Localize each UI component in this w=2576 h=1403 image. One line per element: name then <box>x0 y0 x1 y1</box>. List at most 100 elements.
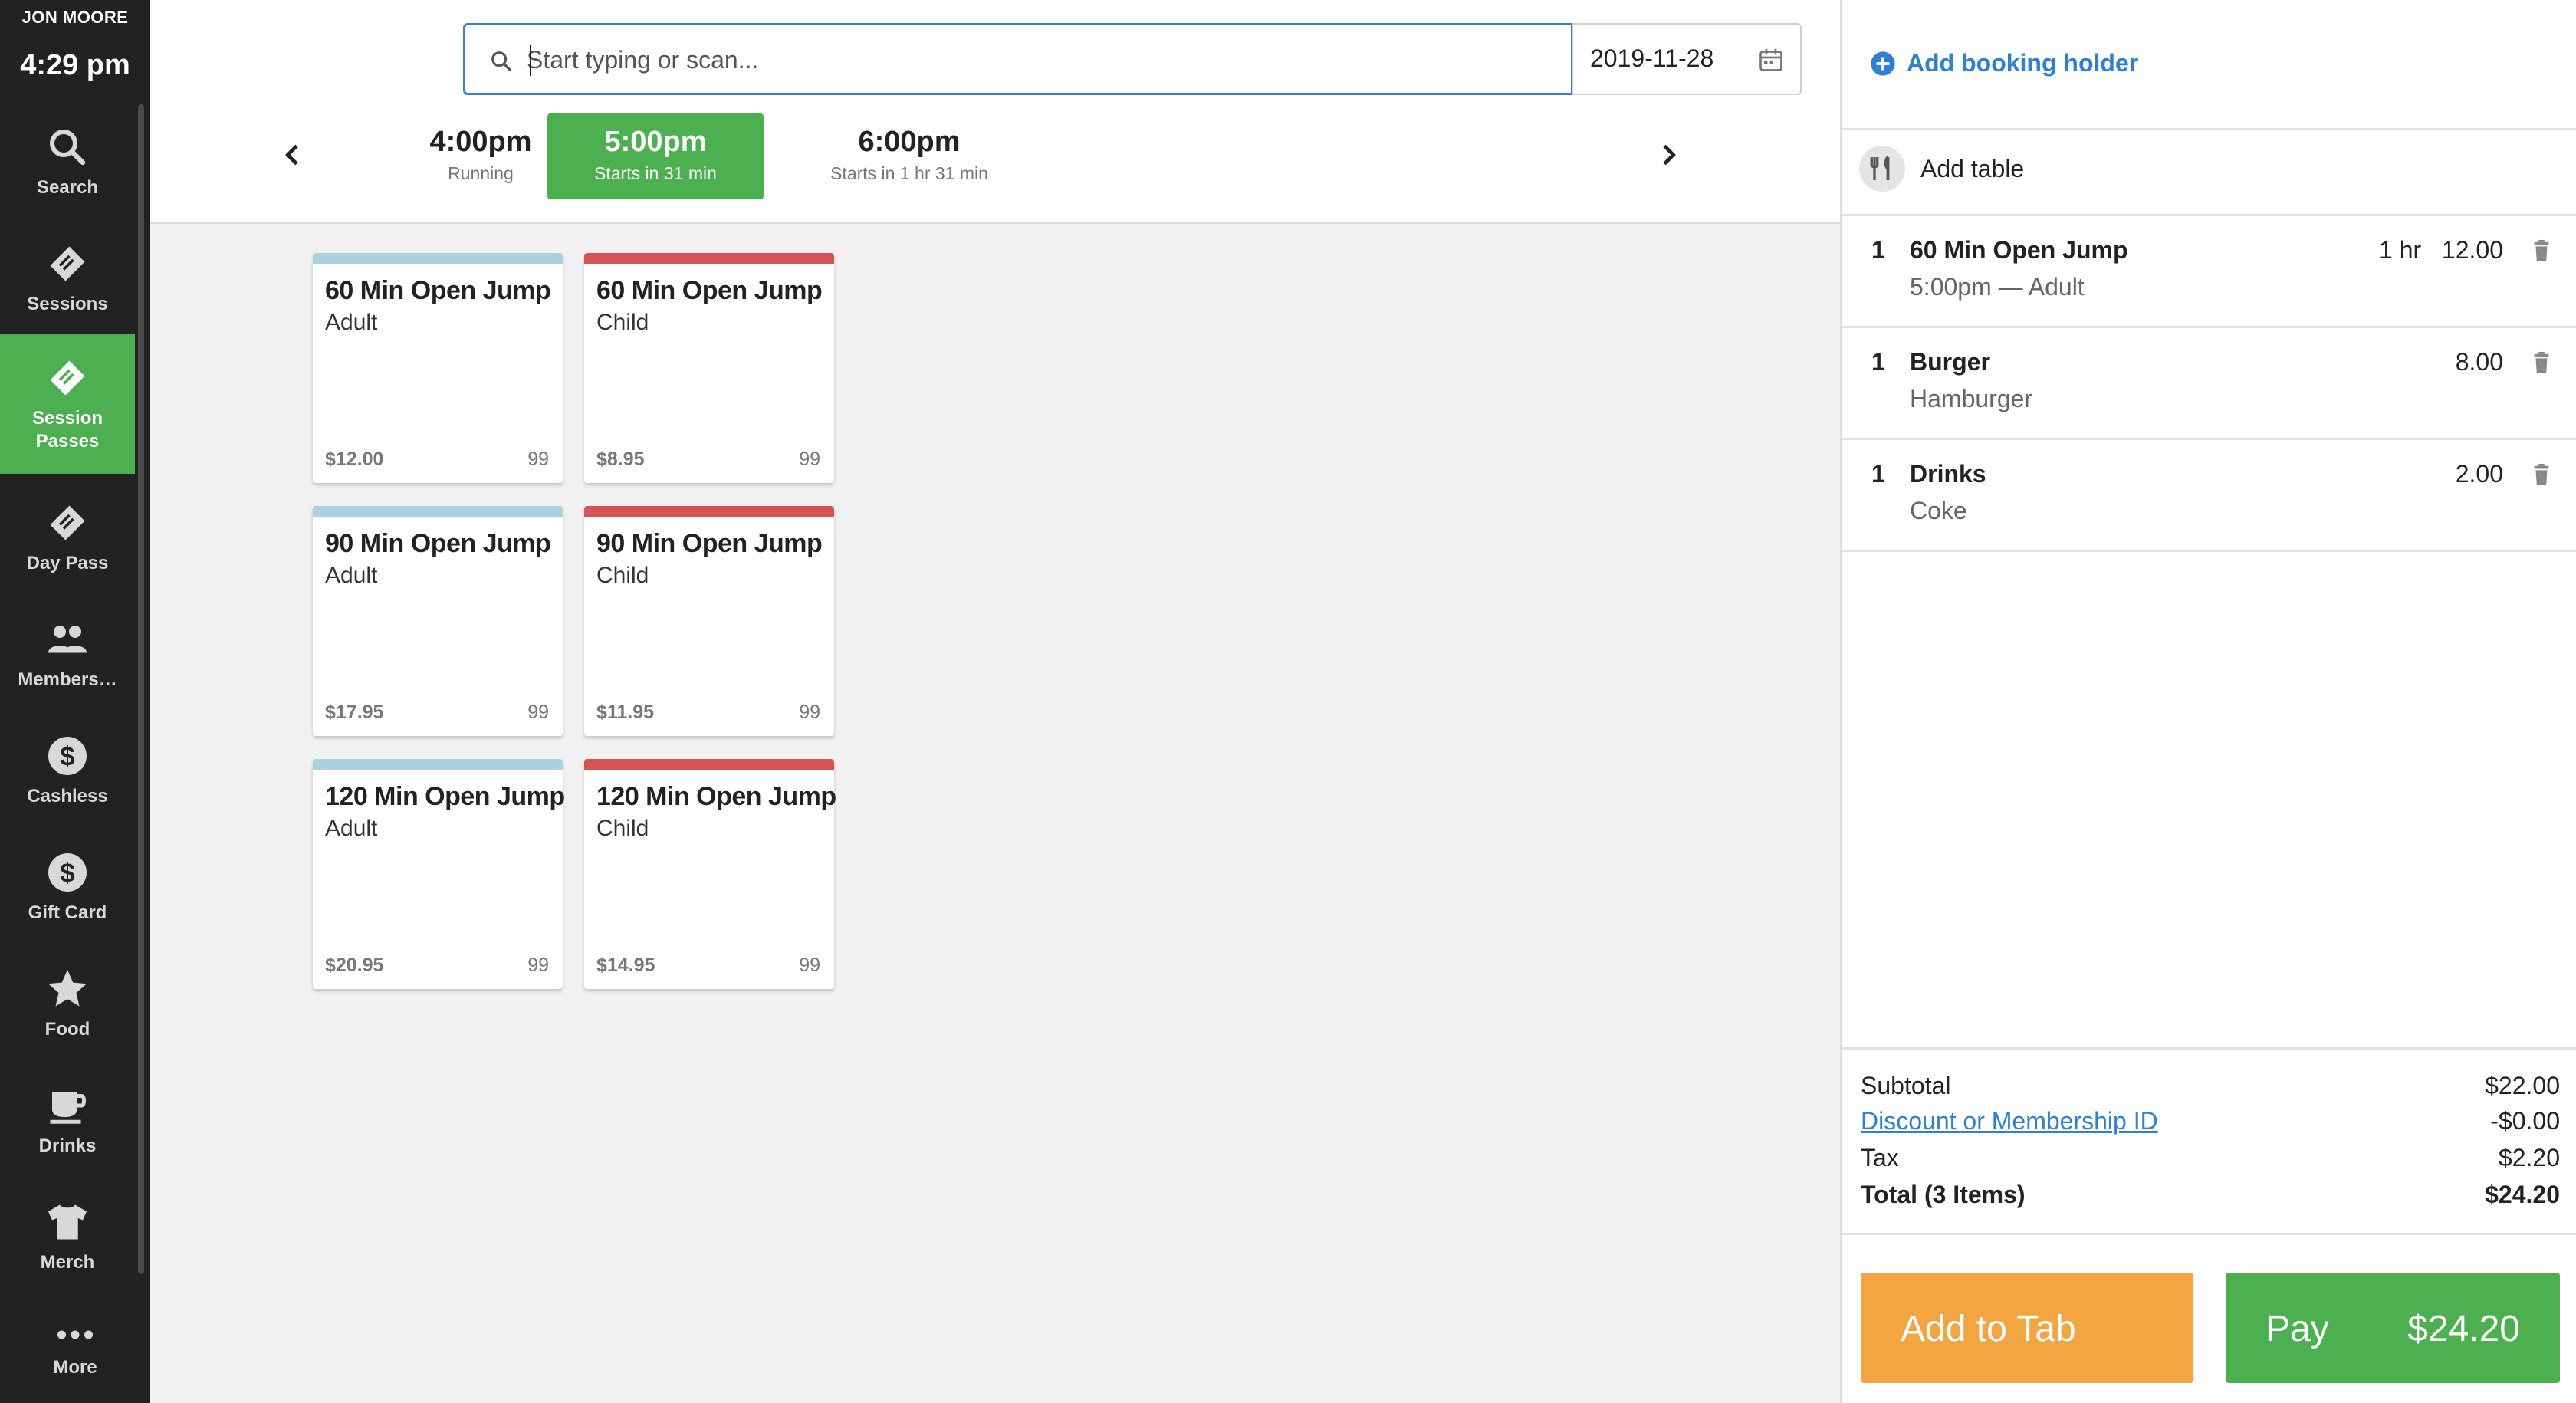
divider <box>1842 1047 2576 1050</box>
trash-icon[interactable] <box>2532 463 2551 486</box>
add-table-label[interactable]: Add table <box>1921 155 2024 183</box>
slot-time: 6:00pm <box>858 126 961 158</box>
line-qty: 1 <box>1871 236 1885 264</box>
product-title: 60 Min Open Jump <box>596 276 823 305</box>
sidebar-item-label: Session Passes <box>31 408 104 452</box>
product-subtitle: Adult <box>325 563 378 588</box>
sidebar-item-session-passes[interactable]: Session Passes <box>0 334 135 474</box>
booking-holder-row: Add booking holder <box>1842 0 2576 130</box>
subtotal-value: $22.00 <box>2485 1072 2560 1099</box>
product-card[interactable]: 90 Min Open Jump Child $11.95 99 <box>584 506 834 736</box>
product-card[interactable]: 120 Min Open Jump Child $14.95 99 <box>584 759 836 989</box>
product-price: $8.95 <box>596 449 645 470</box>
add-booking-holder-button[interactable]: Add booking holder <box>1870 49 2138 77</box>
sidebar-item-sessions[interactable]: Sessions <box>0 221 135 336</box>
line-duration: 1 hr <box>2379 236 2422 264</box>
discount-value: -$0.00 <box>2490 1107 2560 1135</box>
product-card[interactable]: 60 Min Open Jump Child $8.95 99 <box>584 253 834 483</box>
sidebar-item-food[interactable]: Food <box>0 946 135 1061</box>
sidebar-item-label: Members… <box>18 669 117 690</box>
clock: 4:29 pm <box>20 49 130 81</box>
calendar-icon[interactable] <box>1757 46 1785 74</box>
sidebar-item-more[interactable]: More <box>0 1296 150 1403</box>
line-name: 60 Min Open Jump <box>1910 236 2128 264</box>
product-price: $12.00 <box>325 449 384 470</box>
ticket-icon <box>50 246 85 281</box>
line-qty: 1 <box>1871 348 1885 376</box>
product-card[interactable]: 90 Min Open Jump Adult $17.95 99 <box>313 506 563 736</box>
add-booking-holder-label: Add booking holder <box>1907 49 2139 77</box>
svg-text:$: $ <box>60 742 74 772</box>
line-name: Drinks <box>1910 460 1986 488</box>
add-to-tab-button[interactable]: Add to Tab <box>1861 1273 2193 1383</box>
chevron-right-icon[interactable] <box>1653 138 1684 172</box>
sidebar-item-members[interactable]: Members… <box>0 596 135 711</box>
sidebar-item-label: Search <box>36 177 99 198</box>
slot-time: 5:00pm <box>604 126 707 158</box>
product-subtitle: Child <box>596 816 649 841</box>
trash-icon[interactable] <box>2532 351 2551 374</box>
ticket-icon <box>50 505 85 540</box>
line-detail: Coke <box>1910 497 1967 524</box>
chevron-left-icon[interactable] <box>278 138 308 172</box>
total-value: $24.20 <box>2485 1181 2560 1208</box>
product-title: 60 Min Open Jump <box>325 276 551 305</box>
svg-text:$: $ <box>60 859 74 889</box>
trash-icon[interactable] <box>2532 239 2551 262</box>
line-detail: 5:00pm — Adult <box>1910 273 2085 301</box>
sidebar-scrollbar[interactable] <box>138 104 144 1274</box>
product-subtitle: Adult <box>325 310 378 335</box>
product-subtitle: Adult <box>325 816 378 841</box>
line-price: 12.00 <box>2441 236 2503 264</box>
cart-line[interactable]: 1 60 Min Open Jump 5:00pm — Adult 1 hr 1… <box>1842 216 2576 328</box>
ticket-icon <box>50 360 85 396</box>
dollar-icon: $ <box>48 853 87 892</box>
product-subtitle: Child <box>596 310 649 335</box>
date-picker[interactable]: 2019-11-28 <box>1572 23 1802 95</box>
search-box[interactable] <box>463 23 1573 95</box>
slot-status: Starts in 31 min <box>594 163 717 183</box>
cart-line[interactable]: 1 Drinks Coke 2.00 <box>1842 440 2576 552</box>
pay-amount: $24.20 <box>2407 1309 2520 1349</box>
slot-status: Starts in 1 hr 31 min <box>830 163 988 183</box>
sidebar-item-label: Merch <box>40 1252 95 1273</box>
cup-icon <box>50 1092 87 1124</box>
pay-button[interactable]: Pay $24.20 <box>2226 1273 2560 1383</box>
date-value[interactable]: 2019-11-28 <box>1590 44 1714 73</box>
total-label: Total (3 Items) <box>1861 1181 2026 1208</box>
time-slot-6pm[interactable]: 6:00pm Starts in 1 hr 31 min <box>764 113 1055 199</box>
subtotal-label: Subtotal <box>1861 1072 1951 1099</box>
product-stock: 99 <box>527 449 549 470</box>
sidebar-item-drinks[interactable]: Drinks <box>0 1063 135 1178</box>
tax-label: Tax <box>1861 1144 1899 1171</box>
product-stock: 99 <box>799 955 820 976</box>
user-name[interactable]: JON MOORE <box>0 8 150 28</box>
sidebar-item-day-pass[interactable]: Day Pass <box>0 480 135 595</box>
time-slot-5pm[interactable]: 5:00pm Starts in 31 min <box>547 113 764 199</box>
product-price: $17.95 <box>325 702 384 723</box>
product-title: 120 Min Open Jump <box>596 782 836 811</box>
sidebar-item-label: Food <box>44 1019 90 1040</box>
add-to-tab-label: Add to Tab <box>1901 1309 2076 1349</box>
sidebar-item-gift-card[interactable]: $ Gift Card <box>0 830 135 945</box>
text-caret <box>530 45 531 76</box>
product-title: 120 Min Open Jump <box>325 782 565 811</box>
search-input[interactable] <box>527 39 1554 80</box>
dollar-icon: $ <box>48 737 87 775</box>
search-icon <box>50 130 86 166</box>
line-price: 2.00 <box>2455 460 2503 488</box>
line-price: 8.00 <box>2455 348 2503 376</box>
product-subtitle: Child <box>596 563 649 588</box>
line-qty: 1 <box>1871 460 1885 488</box>
sidebar-item-merch[interactable]: Merch <box>0 1179 135 1294</box>
sidebar-item-label: Day Pass <box>26 553 109 573</box>
sidebar-item-search[interactable]: Search <box>0 104 135 219</box>
cart-line[interactable]: 1 Burger Hamburger 8.00 <box>1842 328 2576 440</box>
product-stock: 99 <box>527 955 549 976</box>
discount-link[interactable]: Discount or Membership ID <box>1861 1107 2158 1135</box>
sidebar-item-cashless[interactable]: $ Cashless <box>0 713 135 828</box>
product-price: $14.95 <box>596 955 656 976</box>
product-card[interactable]: 60 Min Open Jump Adult $12.00 99 <box>313 253 563 483</box>
sidebar-item-label: More <box>53 1357 97 1378</box>
product-card[interactable]: 120 Min Open Jump Adult $20.95 99 <box>313 759 565 989</box>
